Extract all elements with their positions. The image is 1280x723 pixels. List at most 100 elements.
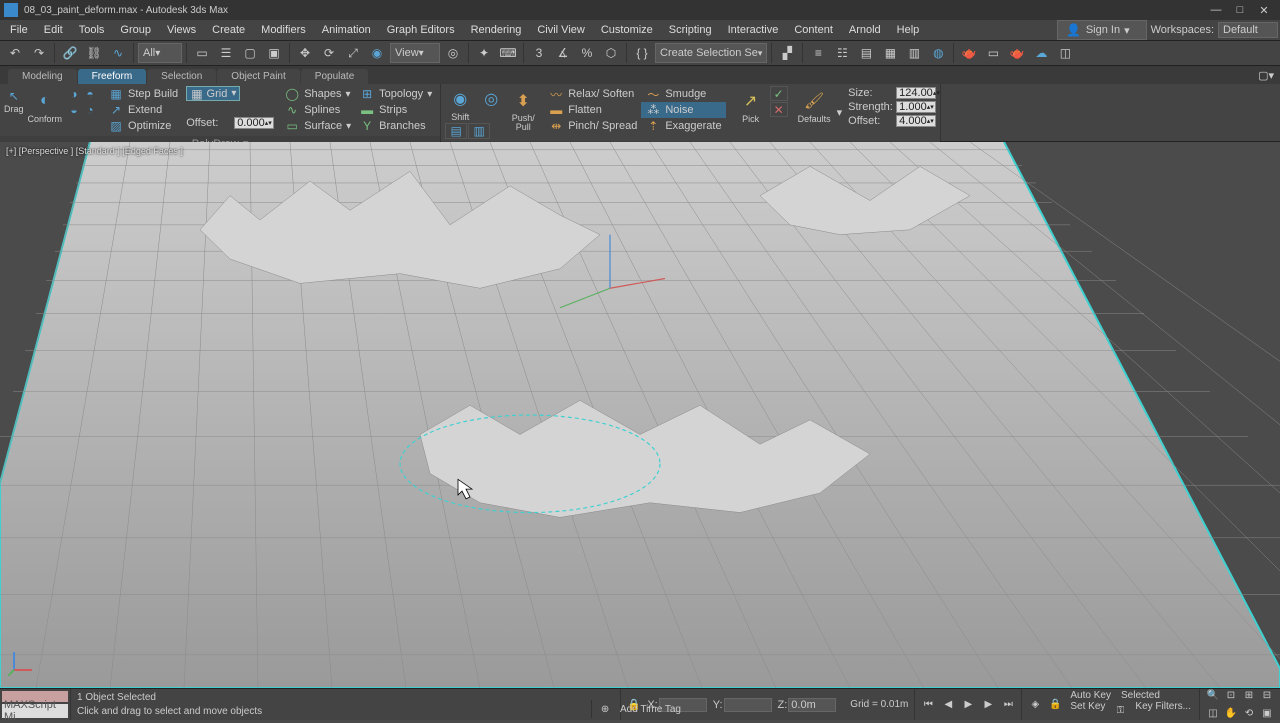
undo-button[interactable]: ↶ (4, 42, 26, 64)
percent-snap-button[interactable]: % (576, 42, 598, 64)
key-filters-button[interactable]: Key Filters... (1131, 701, 1195, 719)
menu-arnold[interactable]: Arnold (841, 22, 889, 38)
relax-soften-button[interactable]: 〰Relax/ Soften (544, 86, 641, 102)
cursor-icon[interactable]: ↖ (6, 88, 22, 104)
selected-dropdown[interactable]: Selected (1117, 690, 1164, 701)
zoom-all-button[interactable]: ⊡ (1222, 687, 1240, 705)
rendered-frame-button[interactable]: ▭ (982, 42, 1004, 64)
tab-populate[interactable]: Populate (301, 69, 368, 84)
size-spinner[interactable]: 124.00▴▾ (896, 87, 936, 99)
optimize-button[interactable]: ▨Optimize (104, 118, 182, 134)
menu-interactive[interactable]: Interactive (720, 22, 787, 38)
draw-on-grid-button[interactable]: ▦Grid ▾ (186, 86, 240, 101)
close-button[interactable]: ✕ (1252, 1, 1276, 19)
link-button[interactable]: 🔗 (59, 42, 81, 64)
menu-file[interactable]: File (2, 22, 36, 38)
flatten-button[interactable]: ▬Flatten (544, 102, 641, 118)
toggle-layer-explorer-button[interactable]: ☷ (831, 42, 853, 64)
schematic-view-button[interactable]: ▥ (903, 42, 925, 64)
play-button[interactable]: ▶ (959, 696, 977, 714)
tab-selection[interactable]: Selection (147, 69, 216, 84)
conform-opt2-icon[interactable]: ◒ (66, 102, 82, 118)
conform-opt4-icon[interactable]: ◔ (82, 102, 98, 118)
conform-opt1-icon[interactable]: ◑ (66, 86, 82, 102)
prev-frame-button[interactable]: ◀ (939, 696, 957, 714)
manipulate-button[interactable]: ✦ (473, 42, 495, 64)
maxscript-mini-listener[interactable]: MAXScript Mi (2, 704, 68, 718)
unlink-button[interactable]: ⛓ (83, 42, 105, 64)
zoom-extents-button[interactable]: ⊞ (1240, 687, 1258, 705)
strength-spinner[interactable]: 1.000▴▾ (896, 101, 936, 113)
ref-coord-dropdown[interactable]: View ▾ (390, 43, 440, 63)
menu-modifiers[interactable]: Modifiers (253, 22, 314, 38)
surface-button[interactable]: ▭Surface ▾ (280, 118, 355, 134)
push-pull-button[interactable]: ⬍ Push/ Pull (506, 86, 540, 134)
workspace-dropdown[interactable]: Default (1218, 22, 1278, 38)
menu-graph-editors[interactable]: Graph Editors (379, 22, 463, 38)
set-key-button[interactable]: Set Key (1066, 701, 1109, 719)
bind-space-warp-button[interactable]: ∿ (107, 42, 129, 64)
chevron-down-icon[interactable]: ▾ (837, 106, 843, 119)
next-frame-button[interactable]: ▶ (979, 696, 997, 714)
select-object-button[interactable]: ▭ (191, 42, 213, 64)
named-selection-dropdown[interactable]: Create Selection Se ▾ (655, 43, 767, 63)
edit-named-sel-button[interactable]: { } (631, 42, 653, 64)
extend-button[interactable]: ↗Extend (104, 102, 182, 118)
commit-icon[interactable]: ✓ (770, 86, 788, 101)
menu-rendering[interactable]: Rendering (463, 22, 530, 38)
conform-button[interactable]: ◐ Conform (24, 86, 67, 126)
smudge-button[interactable]: 〜Smudge (641, 86, 725, 102)
topology-button[interactable]: ⊞Topology ▾ (355, 86, 436, 102)
shift-opt1-icon[interactable]: ▤ (445, 123, 467, 139)
tab-modeling[interactable]: Modeling (8, 69, 77, 84)
menu-help[interactable]: Help (889, 22, 928, 38)
material-editor-button[interactable]: ◍ (927, 42, 949, 64)
toggle-ribbon-button[interactable]: ▤ (855, 42, 877, 64)
strips-button[interactable]: ▬Strips (355, 102, 436, 118)
menu-customize[interactable]: Customize (593, 22, 661, 38)
render-production-button[interactable]: 🫖 (1006, 42, 1028, 64)
time-config-button[interactable]: ⊕ (596, 700, 614, 718)
tab-freeform[interactable]: Freeform (78, 69, 147, 84)
goto-end-button[interactable]: ⏭ (999, 696, 1017, 714)
exaggerate-button[interactable]: ⇡Exaggerate (641, 118, 725, 134)
viewport-canvas[interactable] (0, 142, 1280, 688)
shift-opt2-icon[interactable]: ▥ (468, 123, 490, 139)
rect-select-button[interactable]: ▢ (239, 42, 261, 64)
rotate-button[interactable]: ⟳ (318, 42, 340, 64)
paint-offset-spinner[interactable]: 4.000▴▾ (896, 115, 936, 127)
selection-filter-dropdown[interactable]: All ▾ (138, 43, 182, 63)
noise-button[interactable]: ⁂Noise (641, 102, 725, 118)
key-filters-icon[interactable]: ⚿ (1111, 701, 1129, 719)
render-setup-button[interactable]: 🫖 (958, 42, 980, 64)
redo-button[interactable]: ↷ (28, 42, 50, 64)
ribbon-minimize-button[interactable]: ▢▾ (1252, 67, 1280, 84)
polydraw-offset-spinner[interactable]: 0.000▴▾ (234, 117, 274, 129)
shift-button[interactable]: ◉Shift (445, 86, 475, 122)
pick-button[interactable]: ↗Pick (734, 86, 768, 126)
step-build-button[interactable]: ▦Step Build (104, 86, 182, 102)
open-autodesk-button[interactable]: ◫ (1054, 42, 1076, 64)
placement-button[interactable]: ◉ (366, 42, 388, 64)
splines-button[interactable]: ∿Splines (280, 102, 355, 118)
menu-group[interactable]: Group (112, 22, 159, 38)
pinch-spread-button[interactable]: ⇹Pinch/ Spread (544, 118, 641, 134)
shift-alt-button[interactable]: ◎ (476, 86, 506, 122)
snap-toggle-button[interactable]: 3 (528, 42, 550, 64)
viewport[interactable]: [+] [Perspective ] [Standard ] [Edged Fa… (0, 142, 1280, 688)
menu-scripting[interactable]: Scripting (661, 22, 720, 38)
shapes-button[interactable]: ◯Shapes ▾ (280, 86, 355, 102)
selection-lock-button[interactable]: 🔒 (1046, 696, 1064, 714)
menu-create[interactable]: Create (204, 22, 253, 38)
keyboard-shortcut-button[interactable]: ⌨ (497, 42, 519, 64)
maximize-button[interactable]: □ (1228, 1, 1252, 19)
spinner-snap-button[interactable]: ⬡ (600, 42, 622, 64)
mirror-button[interactable]: ▞ (776, 42, 798, 64)
render-online-button[interactable]: ☁ (1030, 42, 1052, 64)
viewport-label[interactable]: [+] [Perspective ] [Standard ] [Edged Fa… (6, 146, 183, 156)
cancel-icon[interactable]: ✕ (770, 102, 788, 117)
defaults-button[interactable]: 🖌 Defaults (794, 86, 835, 126)
zoom-button[interactable]: 🔍 (1204, 687, 1222, 705)
window-crossing-button[interactable]: ▣ (263, 42, 285, 64)
align-button[interactable]: ≡ (807, 42, 829, 64)
